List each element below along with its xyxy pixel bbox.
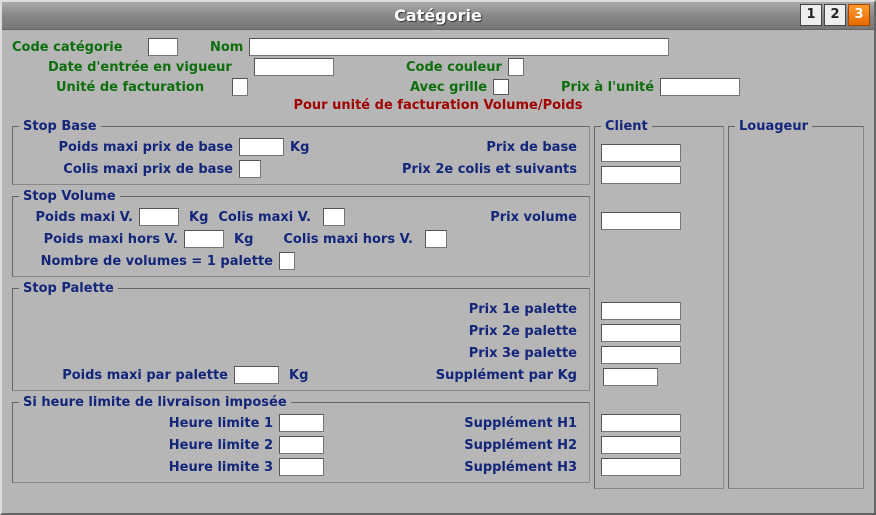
tab-buttons: 1 2 3 [800,4,870,26]
label-poids-maxi-base: Poids maxi prix de base [19,140,239,155]
unit-kg-2: Kg [179,210,218,225]
legend-stop-palette: Stop Palette [19,281,118,296]
legend-louageur: Louageur [735,119,812,134]
input-date-entree[interactable] [254,58,334,76]
client-prix-2e-palette[interactable] [601,324,681,342]
label-h3: Heure limite 3 [19,460,279,475]
client-supp-h2[interactable] [601,436,681,454]
label-s3: Supplément H3 [464,460,583,475]
client-supp-h1[interactable] [601,414,681,432]
input-h2[interactable] [279,436,324,454]
louageur-column: Louageur [728,115,864,485]
label-nb-vol-palette: Nombre de volumes = 1 palette [19,254,279,269]
legend-client: Client [601,119,652,134]
label-prix-1e-palette: Prix 1e palette [469,302,583,317]
label-prix-volume: Prix volume [490,210,583,225]
label-prix-de-base: Prix de base [486,140,583,155]
client-prix-1e-palette[interactable] [601,302,681,320]
checkbox-avec-grille[interactable] [493,79,509,95]
unit-kg-1: Kg [284,140,314,155]
client-supp-h3[interactable] [601,458,681,476]
window-title: Catégorie [2,6,874,25]
input-poids-maxi-base[interactable] [239,138,284,156]
legend-stop-base: Stop Base [19,119,101,134]
label-avec-grille: Avec grille [410,80,487,95]
input-nb-vol-palette[interactable] [279,252,295,270]
label-nom: Nom [210,40,243,55]
input-poids-maxi-hors-v[interactable] [184,230,224,248]
fieldset-heure-limite: Si heure limite de livraison imposée Heu… [12,395,590,483]
label-poids-maxi-palette: Poids maxi par palette [19,368,234,383]
fieldset-louageur: Louageur [728,119,864,489]
input-colis-maxi-v[interactable] [323,208,345,226]
client-prix-3e-palette[interactable] [601,346,681,364]
client-supp-kg[interactable] [603,368,658,386]
input-code-categorie[interactable] [148,38,178,56]
client-prix-de-base[interactable] [601,144,681,162]
input-h1[interactable] [279,414,324,432]
input-nom[interactable] [249,38,669,56]
client-column: Client [594,115,724,485]
label-prix-2e-colis: Prix 2e colis et suivants [402,162,583,177]
unit-kg-3: Kg [224,232,263,247]
window: Catégorie 1 2 3 Code catégorie Nom Date … [0,0,876,515]
input-h3[interactable] [279,458,324,476]
input-colis-maxi-hors-v[interactable] [425,230,447,248]
label-code-categorie: Code catégorie [12,40,142,55]
input-unite-fact[interactable] [232,78,248,96]
tab-1[interactable]: 1 [800,4,822,26]
label-supp-kg: Supplément par Kg [436,368,583,383]
label-s2: Supplément H2 [464,438,583,453]
tab-3[interactable]: 3 [848,4,870,26]
label-h2: Heure limite 2 [19,438,279,453]
label-colis-maxi-base: Colis maxi prix de base [19,162,239,177]
input-poids-maxi-v[interactable] [139,208,179,226]
subheading: Pour unité de facturation Volume/Poids [293,98,582,113]
legend-heure-limite: Si heure limite de livraison imposée [19,395,291,410]
label-date-entree: Date d'entrée en vigueur [48,60,248,75]
label-prix-unite: Prix à l'unité [561,80,654,95]
tab-2[interactable]: 2 [824,4,846,26]
client-prix-2e-colis[interactable] [601,166,681,184]
client-prix-volume[interactable] [601,212,681,230]
input-code-couleur[interactable] [508,58,524,76]
label-unite-fact: Unité de facturation [56,80,226,95]
label-code-couleur: Code couleur [406,60,502,75]
fieldset-stop-palette: Stop Palette Prix 1e palette Prix 2e pal… [12,281,590,391]
label-h1: Heure limite 1 [19,416,279,431]
label-colis-maxi-hors-v: Colis maxi hors V. [283,232,419,247]
input-prix-unite[interactable] [660,78,740,96]
fieldset-stop-base: Stop Base Poids maxi prix de base Kg Pri… [12,119,590,185]
label-poids-maxi-v: Poids maxi V. [19,210,139,225]
left-column: Stop Base Poids maxi prix de base Kg Pri… [12,115,590,485]
unit-kg-4: Kg [279,368,318,383]
label-prix-2e-palette: Prix 2e palette [469,324,583,339]
label-poids-maxi-hors-v: Poids maxi hors V. [19,232,184,247]
legend-stop-volume: Stop Volume [19,189,120,204]
input-poids-maxi-palette[interactable] [234,366,279,384]
fieldset-stop-volume: Stop Volume Poids maxi V. Kg Colis maxi … [12,189,590,277]
label-prix-3e-palette: Prix 3e palette [469,346,583,361]
content: Code catégorie Nom Date d'entrée en vigu… [2,30,874,491]
fieldset-client: Client [594,119,724,489]
titlebar: Catégorie 1 2 3 [2,2,874,30]
label-s1: Supplément H1 [464,416,583,431]
input-colis-maxi-base[interactable] [239,160,261,178]
label-colis-maxi-v: Colis maxi V. [218,210,317,225]
